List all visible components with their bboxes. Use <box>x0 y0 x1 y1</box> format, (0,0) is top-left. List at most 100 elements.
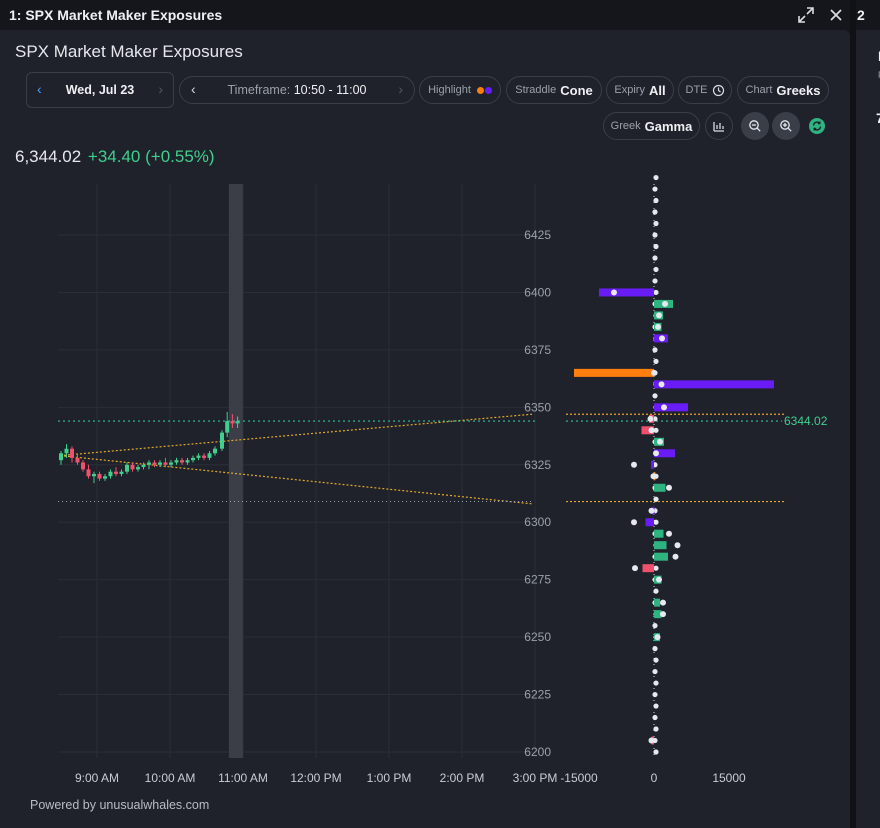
strike-dot <box>652 646 658 652</box>
exposure-bar <box>654 380 774 389</box>
candle <box>114 471 118 474</box>
exposure-dot <box>658 381 665 388</box>
strike-dot <box>653 496 659 502</box>
strike-dot <box>653 266 659 273</box>
y-tick-label: 6250 <box>524 630 551 644</box>
candle <box>108 471 113 477</box>
x-tick-label: 3:00 PM <box>513 771 558 785</box>
exposure-dot <box>659 335 665 342</box>
exposure-bar <box>654 541 667 550</box>
exposure-dot <box>672 553 679 560</box>
y-tick-label: 6400 <box>524 285 551 299</box>
candle <box>169 462 173 465</box>
candle <box>163 462 168 465</box>
x-tick-label: 11:00 AM <box>218 771 268 785</box>
strike-dot <box>653 220 659 227</box>
strike-dot <box>652 232 658 238</box>
strike-dot <box>652 668 658 675</box>
exposure-dot <box>650 473 657 480</box>
y-tick-label: 6275 <box>524 573 551 587</box>
candle <box>141 464 146 468</box>
y-tick-label: 6200 <box>524 745 551 759</box>
exposure-bar <box>599 288 654 297</box>
exposure-dot <box>647 415 654 422</box>
exposure-bar <box>651 460 654 469</box>
candle <box>225 421 230 433</box>
exposure-dot <box>656 576 662 583</box>
x-tick-label: 9:00 AM <box>75 771 119 785</box>
strike-dot <box>652 691 658 698</box>
y-tick-label: 6375 <box>524 343 551 357</box>
candle <box>97 473 102 479</box>
exposure-dot <box>657 438 663 445</box>
exposure-dot <box>648 737 655 744</box>
exposure-dot <box>661 404 667 411</box>
exposure-bar <box>654 483 666 492</box>
exposure-dot <box>660 599 666 606</box>
strike-dot <box>652 623 658 629</box>
strike-dot <box>653 565 659 571</box>
x-tick-label: 1:00 PM <box>367 771 412 785</box>
candle <box>158 462 162 465</box>
strike-dot <box>653 703 659 709</box>
highlight-window <box>228 184 243 758</box>
candle <box>92 473 96 477</box>
exposure-dot <box>666 484 672 491</box>
x-tick-label: 12:00 PM <box>290 771 341 785</box>
candle <box>213 448 217 454</box>
exposure-x-tick-label: 15000 <box>712 771 746 785</box>
strike-dot <box>653 197 659 204</box>
candle <box>185 460 190 463</box>
strike-dot <box>653 657 659 663</box>
exposure-dot <box>662 300 668 307</box>
strike-dot <box>653 289 659 296</box>
exposure-bar <box>642 564 654 573</box>
candle <box>81 462 85 470</box>
strike-dot <box>652 347 658 353</box>
y-tick-label: 6425 <box>524 228 551 242</box>
candle <box>70 448 74 458</box>
x-tick-label: 2:00 PM <box>440 771 485 785</box>
y-tick-label: 6300 <box>524 515 551 529</box>
candle <box>64 448 69 454</box>
candle <box>119 471 124 474</box>
straddle-cone-lower <box>59 454 533 505</box>
strike-dot <box>653 519 659 525</box>
exposure-dot <box>654 634 661 641</box>
candle <box>147 462 151 465</box>
straddle-cone-upper <box>59 413 533 457</box>
exposure-dot <box>653 450 659 457</box>
current-price-label: 6344.02 <box>784 414 828 428</box>
exposure-dot <box>666 530 672 537</box>
candle <box>75 457 80 463</box>
strike-dot <box>653 588 659 594</box>
strike-dot <box>653 749 659 755</box>
exposure-bar <box>645 518 654 527</box>
strike-dot <box>653 680 659 686</box>
x-tick-label: 10:00 AM <box>145 771 196 785</box>
strike-dot <box>652 209 658 215</box>
candle <box>130 464 135 470</box>
exposure-x-tick-label: 0 <box>651 771 658 785</box>
candle <box>86 469 91 477</box>
exposure-dot <box>651 369 657 376</box>
candle <box>220 432 224 449</box>
candle <box>59 453 63 461</box>
strike-dot <box>653 243 659 250</box>
exposure-dot <box>674 542 681 549</box>
exposure-bar <box>654 529 664 538</box>
exposure-dot <box>611 289 617 296</box>
candle <box>103 476 107 479</box>
exposure-bar <box>654 598 660 607</box>
exposure-dot <box>648 427 655 434</box>
candle <box>196 455 201 458</box>
strike-dot <box>653 726 659 732</box>
y-tick-label: 6350 <box>524 400 551 414</box>
exposure-bar <box>654 403 688 412</box>
candle <box>207 453 212 458</box>
exposure-dot <box>655 323 661 330</box>
powered-by: Powered by unusualwhales.com <box>30 798 210 812</box>
strike-dot <box>652 255 658 261</box>
exposure-dot <box>660 611 666 618</box>
y-tick-label: 6225 <box>524 688 551 702</box>
